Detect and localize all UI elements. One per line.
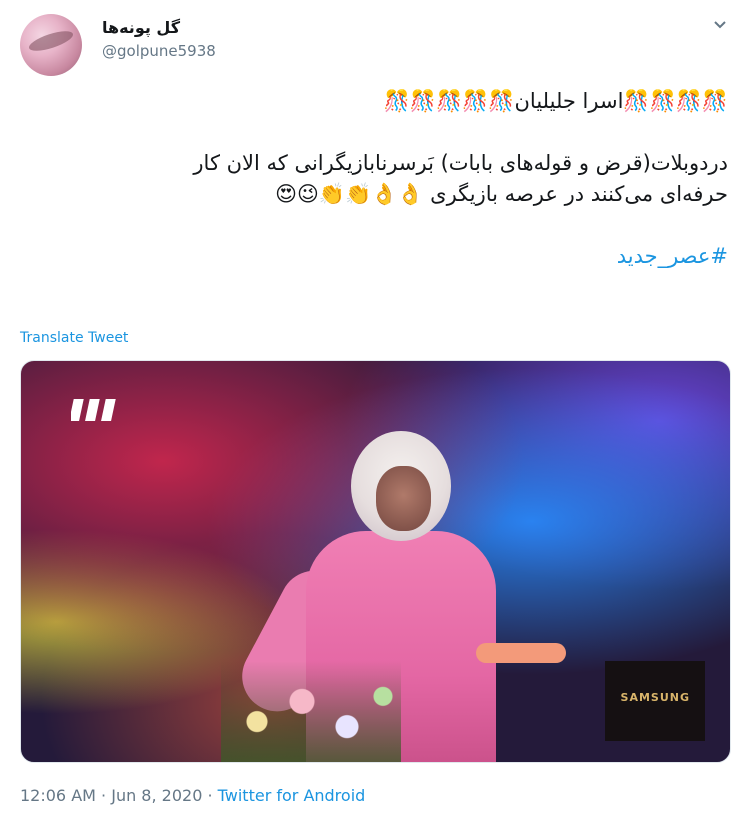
tweet-line-title: 🎊🎊🎊🎊اسرا جلیلیان🎊🎊🎊🎊🎊 [383,89,728,113]
tweet-time[interactable]: 12:06 AM [20,786,96,805]
hashtag-link[interactable]: #عصر_جدید [617,244,728,268]
hashtag-line: #عصر_جدید [28,241,728,272]
translate-tweet-link[interactable]: Translate Tweet [20,330,128,346]
avatar[interactable] [20,14,82,76]
video-person-face [376,466,431,531]
tweet-meta: 12:06 AM · Jun 8, 2020 · Twitter for And… [20,786,365,805]
meta-separator: · [95,786,112,805]
tweet-media-video[interactable]: SAMSUNG [20,360,731,763]
video-corner-text: SAMSUNG [620,691,690,704]
chevron-down-icon[interactable] [710,14,730,34]
tweet-header: گل پونه‌ها @golpune5938 [20,14,730,76]
video-flowers [221,661,401,762]
meta-separator: · [202,786,218,805]
tweet-source-link[interactable]: Twitter for Android [218,786,366,805]
tweet-date[interactable]: Jun 8, 2020 [111,786,202,805]
tweet-line-body-2: حرفه‌ای می‌کنند در عرصه بازیگری 👌👌👏👏😉😍 [275,182,728,206]
tweet-text: 🎊🎊🎊🎊اسرا جلیلیان🎊🎊🎊🎊🎊 دردوبلات(قرض و قول… [28,86,728,272]
video-prop-plate [476,643,566,663]
author-handle[interactable]: @golpune5938 [102,42,216,60]
tweet-line-body-1: دردوبلات(قرض و قوله‌های بابات) بَرسرنابا… [193,151,728,175]
author-display-name[interactable]: گل پونه‌ها [102,18,180,37]
channel-logo-icon [71,399,116,421]
